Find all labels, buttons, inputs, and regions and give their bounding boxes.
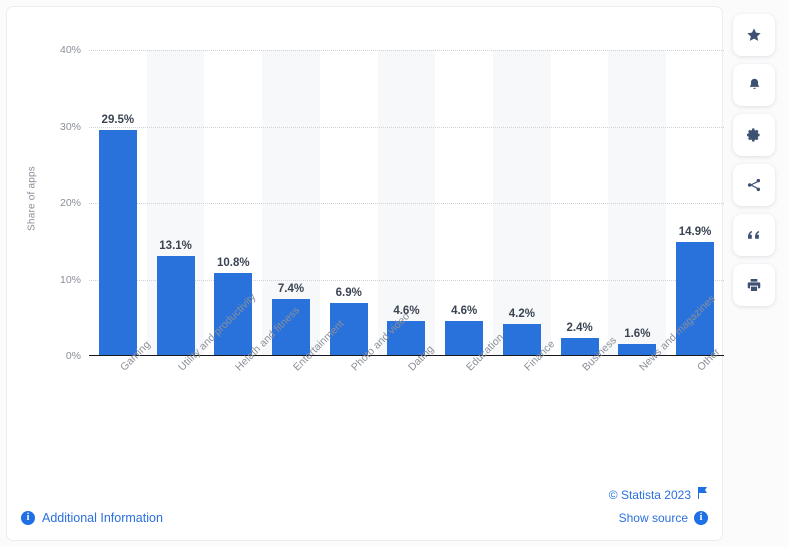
x-label-slot: Utility and productivity (147, 291, 258, 477)
additional-information-link[interactable]: i Additional Information (21, 511, 163, 525)
show-source-line[interactable]: Show source i (609, 511, 708, 525)
info-icon: i (21, 511, 35, 525)
quote-icon-button[interactable] (733, 214, 775, 256)
share-icon (746, 177, 762, 193)
bar-value-label: 29.5% (101, 114, 135, 127)
bar-slot: 6.9% (320, 50, 378, 356)
y-axis-tick-label: 40% (59, 44, 81, 56)
x-label-slot: News and magazines (608, 293, 718, 477)
x-label-slot: Other (666, 346, 724, 477)
bar-value-label: 13.1% (159, 239, 192, 252)
bar-value-label: 4.6% (451, 304, 478, 317)
flag-icon[interactable] (697, 487, 708, 502)
y-axis-tick-label: 10% (59, 273, 81, 286)
gear-icon (746, 127, 762, 143)
info-icon: i (694, 511, 708, 525)
copyright-line: © Statista 2023 (609, 487, 708, 502)
star-icon-button[interactable] (733, 14, 775, 56)
y-axis-tick-label: 30% (59, 120, 81, 133)
x-label-slot: Entertainment (262, 318, 347, 477)
x-label-slot: Photo and video (320, 310, 412, 477)
bar-value-label: 7.4% (277, 283, 305, 296)
bell-icon-button[interactable] (733, 64, 775, 106)
bar-value-label: 2.4% (566, 321, 593, 334)
print-icon-button[interactable] (733, 264, 775, 306)
x-label-slot: Finance (493, 338, 557, 477)
gear-icon-button[interactable] (733, 114, 775, 156)
star-icon (746, 27, 762, 43)
bar-slot: 13.1% (147, 50, 205, 356)
additional-information-label: Additional Information (42, 511, 163, 525)
footer-right: © Statista 2023 Show source i (609, 487, 708, 534)
chart-card: Share of apps 0% 10% 20% 30% 40% 29.5% 13.1% 1… (6, 6, 724, 541)
bar-value-label: 1.6% (624, 327, 651, 340)
share-icon-button[interactable] (733, 164, 775, 206)
plot-area: 29.5% 13.1% 10.8% 7.4% 6.9% 4.6% 4.6% 4.2% 2.4% 1… (89, 50, 724, 356)
bar-series: 29.5% 13.1% 10.8% 7.4% 6.9% 4.6% 4.6% 4.2% 2.4% 1… (89, 50, 724, 356)
bar-slot: 2.4% (551, 50, 609, 356)
bar[interactable] (98, 130, 137, 356)
y-axis-tick-label: 0% (65, 350, 81, 362)
bar[interactable] (156, 255, 195, 356)
show-source-label: Show source (618, 511, 688, 525)
bell-icon (747, 77, 762, 93)
x-label-slot: Helath and fitness (204, 304, 302, 477)
bar-slot: 4.2% (493, 50, 551, 356)
x-axis-labels: Gaming Utility and productivity Helath and… (89, 291, 724, 477)
chart-page: Share of apps 0% 10% 20% 30% 40% 29.5% 13.1% 1… (0, 0, 789, 547)
copyright-label: © Statista 2023 (608, 487, 691, 502)
x-label-slot: Education (435, 331, 506, 477)
bar-value-label: 6.9% (335, 287, 362, 300)
plot-container: Share of apps 0% 10% 20% 30% 40% 29.5% 13.1% 1… (7, 7, 724, 477)
quote-icon (746, 228, 762, 242)
x-label-slot: Business (551, 334, 619, 477)
x-label-slot: Dating (378, 343, 436, 477)
bar-slot: 4.6% (435, 50, 493, 356)
bar-value-label: 14.9% (678, 226, 712, 239)
bar-slot: 1.6% (608, 50, 666, 356)
action-toolbar (733, 14, 781, 306)
y-axis-tick-label: 20% (59, 197, 81, 209)
print-icon (746, 277, 762, 293)
x-label-slot: Gaming (89, 339, 153, 477)
bar-value-label: 4.2% (508, 307, 535, 320)
bar-value-label: 10.8% (216, 257, 250, 270)
bar-slot: 4.6% (378, 50, 436, 356)
bar-slot: 29.5% (89, 50, 147, 356)
